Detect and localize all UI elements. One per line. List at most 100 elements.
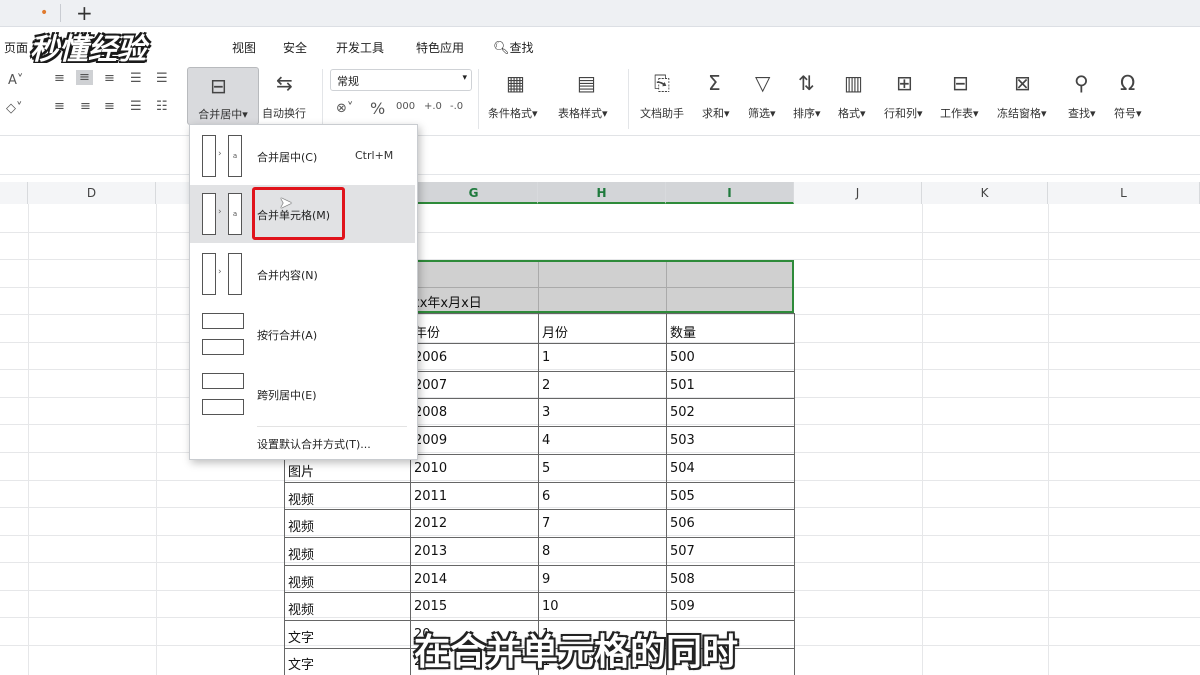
menu-security[interactable]: 安全 [283,39,307,56]
outdent-icon[interactable]: ☰ [156,71,168,86]
qty-cell[interactable]: 505 [670,489,695,504]
indent-icon[interactable]: ☰ [130,71,142,86]
thousands-icon[interactable]: 000 [396,101,415,112]
set-default-merge-item[interactable]: 设置默认合并方式(T)... [257,436,371,452]
format-icon[interactable]: ▥ [844,71,863,95]
month-cell[interactable]: 2 [542,378,550,393]
menu-item-merge-center[interactable]: a › 合并居中(C) Ctrl+M [190,127,415,185]
row-col-button[interactable]: 行和列▾ [884,105,923,121]
sort-icon[interactable]: ⇅ [798,71,815,95]
eraser-icon[interactable]: ◇˅ [6,101,23,116]
conditional-format-button[interactable]: 条件格式▾ [488,105,538,121]
month-cell[interactable]: 4 [542,433,550,448]
qty-cell[interactable]: 507 [670,544,695,559]
currency-icon[interactable]: ⊗˅ [336,101,353,116]
font-size-icon[interactable]: A˅ [8,73,23,88]
align-center-icon[interactable]: ≡ [80,99,91,114]
header-month[interactable]: 月份 [542,322,568,341]
month-cell[interactable]: 9 [542,572,550,587]
year-cell[interactable]: 2009 [414,433,447,448]
filter-button[interactable]: 筛选▾ [748,105,776,121]
date-cell[interactable]: xx年x月x日 [412,292,482,311]
table-style-button[interactable]: 表格样式▾ [558,105,608,121]
freeze-icon[interactable]: ⊠ [1014,71,1031,95]
worksheet-icon[interactable]: ⊟ [952,71,969,95]
number-format-select[interactable]: 常规 ▾ [330,69,472,91]
qty-cell[interactable]: 503 [670,433,695,448]
filter-icon[interactable]: ▽ [755,71,770,95]
formula-bar[interactable] [0,136,1200,175]
month-cell[interactable]: 5 [542,461,550,476]
justify-icon[interactable]: ☰ [130,99,142,114]
menu-item-merge-by-row[interactable]: 按行合并(A) [190,305,415,363]
row-col-icon[interactable]: ⊞ [896,71,913,95]
increase-decimal-icon[interactable]: +.0 [424,101,442,112]
qty-cell[interactable]: 506 [670,516,695,531]
type-cell[interactable]: 视频 [288,516,314,535]
wrap-text-button[interactable]: 自动换行 [262,105,306,121]
distributed-icon[interactable]: ☷ [156,99,168,114]
column-header-l[interactable]: L [1048,182,1200,204]
menu-developer[interactable]: 开发工具 [336,39,384,56]
find-icon[interactable]: ⚲ [1074,71,1089,95]
month-cell[interactable]: 8 [542,544,550,559]
type-cell[interactable]: 文字 [288,627,314,646]
type-cell[interactable]: 视频 [288,599,314,618]
qty-cell[interactable]: 501 [670,378,695,393]
percent-icon[interactable]: % [370,99,385,118]
year-cell[interactable]: 2006 [414,350,447,365]
qty-cell[interactable]: 504 [670,461,695,476]
month-cell[interactable]: 6 [542,489,550,504]
align-top-icon[interactable]: ≡ [54,71,65,86]
month-cell[interactable]: 3 [542,405,550,420]
menu-page-layout[interactable]: 页面 [4,39,28,56]
year-cell[interactable]: 2010 [414,461,447,476]
freeze-panes-button[interactable]: 冻结窗格▾ [997,105,1047,121]
sort-button[interactable]: 排序▾ [793,105,821,121]
year-cell[interactable]: 2007 [414,378,447,393]
header-quantity[interactable]: 数量 [670,322,696,341]
type-cell[interactable]: 图片 [288,461,314,480]
worksheet-button[interactable]: 工作表▾ [940,105,979,121]
year-cell[interactable]: 2011 [414,489,447,504]
sum-icon[interactable]: Σ [708,71,721,95]
month-cell[interactable]: 1 [542,350,550,365]
align-bottom-icon[interactable]: ≡ [104,71,115,86]
menu-item-merge-content[interactable]: › 合并内容(N) [190,245,415,303]
year-cell[interactable]: 2012 [414,516,447,531]
align-left-icon[interactable]: ≡ [54,99,65,114]
menu-view[interactable]: 视图 [232,39,256,56]
menu-special-apps[interactable]: 特色应用 [416,39,464,56]
type-cell[interactable]: 视频 [288,572,314,591]
qty-cell[interactable]: 509 [670,599,695,614]
year-cell[interactable]: 2013 [414,544,447,559]
decrease-decimal-icon[interactable]: -.0 [450,101,463,112]
symbol-button[interactable]: 符号▾ [1114,105,1142,121]
column-header-j[interactable]: J [794,182,922,204]
qty-cell[interactable]: 502 [670,405,695,420]
month-cell[interactable]: 10 [542,599,559,614]
menu-item-center-across[interactable]: 跨列居中(E) [190,365,415,423]
merge-center-button[interactable]: ⊟ 合并居中▾ [187,67,259,125]
doc-assistant-icon[interactable]: ⎘ [654,71,670,95]
wrap-text-icon[interactable]: ⇆ [276,71,293,95]
year-cell[interactable]: 2008 [414,405,447,420]
table-style-icon[interactable]: ▤ [577,71,596,95]
align-middle-icon[interactable]: ≡ [76,70,93,85]
type-cell[interactable]: 视频 [288,489,314,508]
qty-cell[interactable]: 508 [670,572,695,587]
format-button[interactable]: 格式▾ [838,105,866,121]
conditional-format-icon[interactable]: ▦ [506,71,525,95]
align-right-icon[interactable]: ≡ [104,99,115,114]
type-cell[interactable]: 视频 [288,544,314,563]
column-header-h[interactable]: H [538,182,666,204]
month-cell[interactable]: 7 [542,516,550,531]
sum-button[interactable]: 求和▾ [702,105,730,121]
column-header-i[interactable]: I [666,182,794,204]
year-cell[interactable]: 2014 [414,572,447,587]
doc-assistant-button[interactable]: 文档助手 [640,105,684,121]
new-tab-button[interactable]: + [76,1,93,25]
corner-cell[interactable] [0,182,28,204]
type-cell[interactable]: 文字 [288,654,314,673]
find-button[interactable]: 查找▾ [1068,105,1096,121]
